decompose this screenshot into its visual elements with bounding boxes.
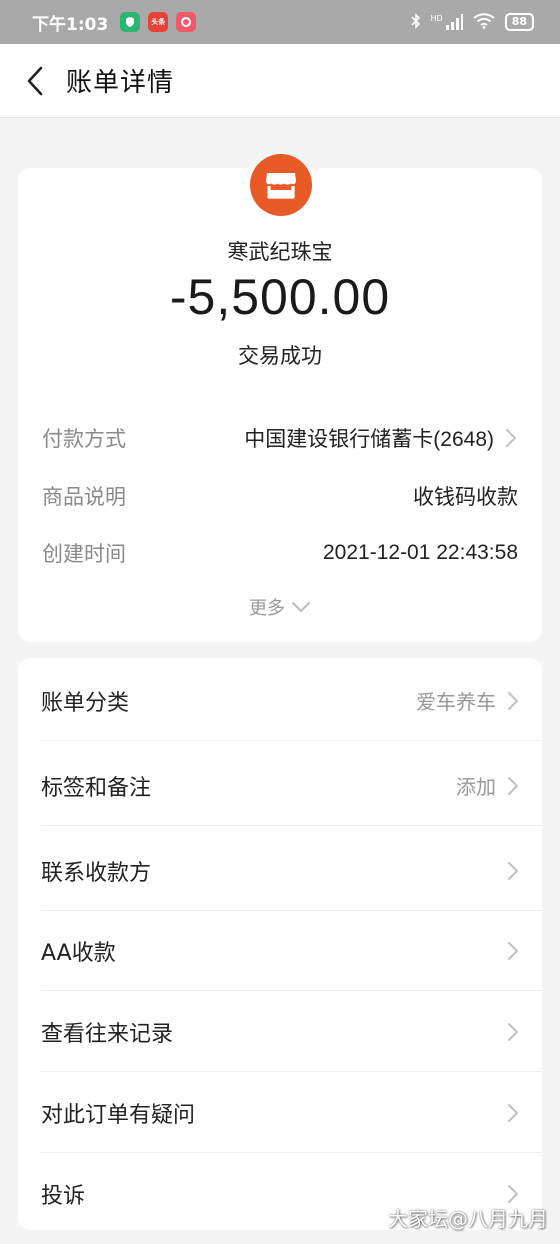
list-item-contact-payee[interactable]: 联系收款方: [18, 830, 542, 911]
detail-value: 收钱码收款: [413, 481, 518, 511]
product-description-value: 收钱码收款: [413, 486, 518, 509]
chevron-right-icon: [506, 1184, 520, 1204]
status-right: HD 88: [410, 12, 534, 32]
more-label: 更多: [249, 598, 285, 619]
detail-row-payment-method[interactable]: 付款方式 中国建设银行储蓄卡(2648): [42, 418, 518, 458]
watermark: 大家坛@八月九月: [388, 1207, 548, 1231]
detail-label: 付款方式: [42, 427, 126, 451]
list-item-aa-collect[interactable]: AA收款: [18, 910, 542, 991]
store-icon: [266, 173, 296, 199]
chevron-right-icon: [506, 941, 520, 961]
transaction-status: 交易成功: [238, 344, 322, 368]
list-item-tags-notes[interactable]: 标签和备注 添加: [18, 745, 542, 826]
list-item-label: AA收款: [41, 940, 116, 966]
list-item-right: [496, 1184, 520, 1204]
status-time: 下午1:03: [32, 14, 109, 35]
list-item-right: [496, 941, 520, 961]
page-title: 账单详情: [66, 68, 175, 98]
chevron-right-icon: [506, 776, 520, 796]
merchant-name: 寒武纪珠宝: [227, 240, 333, 264]
list-item-label: 标签和备注: [41, 775, 152, 801]
more-button[interactable]: 更多: [18, 594, 542, 620]
status-bar: 下午1:03 头条 HD 88: [0, 0, 560, 44]
list-item-right: [496, 1022, 520, 1042]
transaction-amount: -5,500.00: [169, 269, 391, 325]
list-item-bill-category[interactable]: 账单分类 爱车养车: [18, 660, 542, 741]
back-button[interactable]: [0, 44, 66, 118]
bill-category-value: 爱车养车: [416, 690, 496, 714]
pinduoduo-app-icon: [176, 12, 197, 32]
list-item-label: 账单分类: [41, 690, 130, 716]
detail-row-created-time: 创建时间 2021-12-01 22:43:58: [42, 533, 518, 573]
list-item-right: [496, 1103, 520, 1123]
chevron-right-icon: [504, 428, 518, 448]
divider: [41, 825, 542, 826]
payment-method-value: 中国建设银行储蓄卡(2648): [244, 428, 494, 451]
toutiao-app-icon: 头条: [148, 12, 169, 32]
chevron-right-icon: [506, 1103, 520, 1123]
list-item-label: 查看往来记录: [41, 1021, 174, 1047]
bluetooth-icon: [410, 12, 421, 32]
wifi-icon: [473, 12, 495, 32]
bill-summary-card: 寒武纪珠宝 -5,500.00 交易成功 付款方式 中国建设银行储蓄卡(2648…: [18, 154, 542, 642]
detail-label: 创建时间: [42, 542, 126, 566]
detail-row-product-description: 商品说明 收钱码收款: [42, 476, 518, 516]
hd-signal-icon: HD: [431, 14, 463, 30]
chevron-right-icon: [506, 1022, 520, 1042]
created-time-value: 2021-12-01 22:43:58: [323, 541, 518, 564]
actions-card: 账单分类 爱车养车 标签和备注 添加 联系收款方 AA收款 查看往来记录 对此订…: [18, 658, 542, 1230]
list-item-order-question[interactable]: 对此订单有疑问: [18, 1072, 542, 1153]
hd-label: HD: [430, 14, 443, 23]
chevron-down-icon: [292, 602, 310, 612]
shield-app-icon: [120, 12, 141, 32]
detail-label: 商品说明: [42, 485, 126, 509]
chevron-right-icon: [506, 861, 520, 881]
status-left: 下午1:03 头条: [32, 10, 197, 35]
list-item-label: 联系收款方: [41, 860, 152, 886]
nav-bar: 账单详情: [0, 44, 560, 118]
list-item-right: 爱车养车: [416, 686, 520, 715]
detail-value: 2021-12-01 22:43:58: [323, 541, 518, 565]
merchant-logo: [250, 154, 312, 216]
detail-value: 中国建设银行储蓄卡(2648): [244, 423, 518, 453]
list-item-label: 对此订单有疑问: [41, 1102, 196, 1128]
list-item-transaction-history[interactable]: 查看往来记录: [18, 991, 542, 1072]
battery-indicator: 88: [504, 13, 534, 31]
list-item-label: 投诉: [41, 1183, 86, 1209]
divider: [41, 740, 542, 741]
list-item-right: 添加: [456, 771, 520, 800]
chevron-left-icon: [27, 66, 43, 95]
list-item-right: [496, 861, 520, 881]
tags-notes-value: 添加: [456, 775, 496, 799]
chevron-right-icon: [506, 691, 520, 711]
